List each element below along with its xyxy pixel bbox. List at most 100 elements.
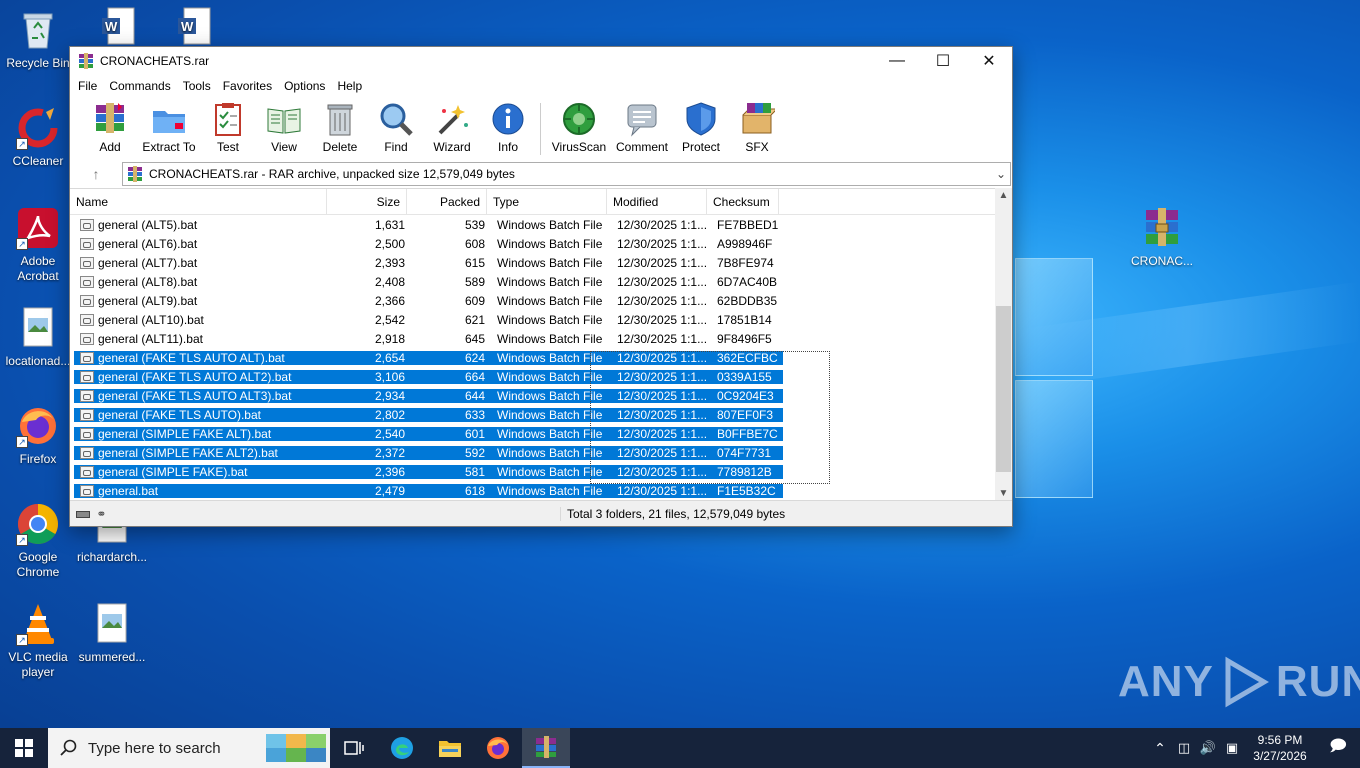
show-hidden-icons-chevron-icon[interactable]: ⌃ [1148,740,1172,757]
desktop-icon-firefox[interactable]: ↗ Firefox [0,404,76,467]
close-button[interactable]: ✕ [966,47,1012,75]
desktop-icon-recycle-bin[interactable]: Recycle Bin [0,8,76,71]
file-checksum-cell: 62BDDB35 [711,294,783,308]
menu-commands[interactable]: Commands [103,79,176,93]
scrollbar-thumb[interactable] [996,306,1011,472]
file-packed-cell: 615 [411,256,491,270]
file-type-cell: Windows Batch File [491,426,611,441]
desktop-icon-google-chrome[interactable]: ↗ Google Chrome [0,502,76,580]
comment-button[interactable]: Comment [611,101,673,154]
scroll-up-arrow-icon[interactable]: ▲ [995,190,1012,201]
taskbar-edge[interactable] [378,728,426,768]
file-modified-cell: 12/30/2025 1:1... [611,483,711,498]
virusscan-button[interactable]: VirusScan [547,101,611,154]
file-name-cell: general (ALT10).bat [74,313,331,327]
info-button[interactable]: Info [480,101,536,154]
menu-tools[interactable]: Tools [177,79,217,93]
minimize-button[interactable]: — [874,47,920,75]
table-row[interactable]: general (FAKE TLS AUTO).bat 2,802 633 Windo… [74,405,1012,424]
column-header-packed[interactable]: Packed [407,189,487,215]
desktop-icon-vlc[interactable]: ↗ VLC media player [0,602,76,680]
menu-options[interactable]: Options [278,79,331,93]
vertical-scrollbar[interactable]: ▲ ▼ [995,188,1012,501]
table-row[interactable]: general (ALT11).bat 2,918 645 Windows Batch… [74,329,1012,348]
table-row[interactable]: general (ALT9).bat 2,366 609 Windows Batch … [74,291,1012,310]
winrar-window[interactable]: CRONACHEATS.rar — ☐ ✕ File Commands Tool… [69,46,1013,527]
taskbar-clock[interactable]: 9:56 PM 3/27/2026 [1244,732,1316,764]
file-checksum-cell-text: 6D7AC40B [717,274,778,289]
network-icon[interactable]: ▣ [1220,740,1244,756]
taskbar-firefox[interactable] [474,728,522,768]
word-document-icon: W [96,6,140,50]
wizard-button[interactable]: Wizard [424,101,480,154]
file-size-cell-text: 3,106 [374,369,405,384]
archive-path-combobox[interactable]: CRONACHEATS.rar - RAR archive, unpacked … [122,162,1011,186]
maximize-button[interactable]: ☐ [920,47,966,75]
table-row[interactable]: general (ALT5).bat 1,631 539 Windows Batch … [74,215,1012,234]
volume-icon[interactable]: 🔊 [1196,740,1220,756]
test-button[interactable]: Test [200,101,256,154]
file-checksum-cell-text: 0C9204E3 [717,388,774,403]
column-header-checksum[interactable]: Checksum [707,189,779,215]
delete-button[interactable]: Delete [312,101,368,154]
file-type-cell-text: Windows Batch File [497,236,603,251]
sfx-button[interactable]: SFX [729,101,785,154]
scroll-down-arrow-icon[interactable]: ▼ [995,488,1012,499]
meet-now-icon[interactable]: ◫ [1172,740,1196,756]
desktop-icon-cronacheats-rar[interactable]: CRONAC... [1124,206,1200,269]
extract-to-label: Extract To [142,140,196,154]
taskbar-winrar[interactable] [522,728,570,768]
file-name-cell-text: general (ALT9).bat [98,293,198,308]
file-modified-cell: 12/30/2025 1:1... [611,313,711,327]
file-modified-cell: 12/30/2025 1:1... [611,464,711,479]
file-size-cell: 3,106 [331,369,411,384]
protect-button[interactable]: Protect [673,101,729,154]
file-size-cell: 2,500 [331,237,411,251]
find-button[interactable]: Find [368,101,424,154]
shortcut-arrow-icon: ↗ [16,534,28,546]
table-row[interactable]: general (SIMPLE FAKE).bat 2,396 581 Windows… [74,462,1012,481]
table-row[interactable]: general (SIMPLE FAKE ALT).bat 2,540 601 Win… [74,424,1012,443]
chevron-down-icon[interactable]: ⌄ [992,167,1010,181]
task-view-button[interactable] [330,728,378,768]
desktop-icon-adobe-acrobat[interactable]: ↗ Adobe Acrobat [0,206,76,284]
table-row[interactable]: general (ALT8).bat 2,408 589 Windows Batch … [74,272,1012,291]
menu-help[interactable]: Help [331,79,368,93]
taskbar-file-explorer[interactable] [426,728,474,768]
search-icon [60,739,77,756]
table-row[interactable]: general (SIMPLE FAKE ALT2).bat 2,372 592 Wi… [74,443,1012,462]
table-row[interactable]: general.bat 2,479 618 Windows Batch File 12/… [74,481,1012,500]
table-row[interactable]: general (ALT7).bat 2,393 615 Windows Batch … [74,253,1012,272]
file-checksum-cell-text: 362ECFBC [717,350,778,365]
desktop-icon-locationad[interactable]: locationad... [0,306,76,369]
taskbar-search-box[interactable]: Type here to search [48,728,330,768]
table-row[interactable]: general (FAKE TLS AUTO ALT).bat 2,654 624 W… [74,348,1012,367]
title-bar[interactable]: CRONACHEATS.rar — ☐ ✕ [70,47,1012,75]
file-size-cell: 2,918 [331,332,411,346]
column-header-type[interactable]: Type [487,189,607,215]
extract-to-button[interactable]: Extract To [138,101,200,154]
status-bar: ⚭ Total 3 folders, 21 files, 12,579,049 … [70,500,1012,526]
table-row[interactable]: general (FAKE TLS AUTO ALT3).bat 2,934 644… [74,386,1012,405]
view-button[interactable]: View [256,101,312,154]
table-row[interactable]: general (FAKE TLS AUTO ALT2).bat 3,106 664… [74,367,1012,386]
table-row[interactable]: general (ALT6).bat 2,500 608 Windows Batch … [74,234,1012,253]
file-size-cell: 2,802 [331,407,411,422]
column-header-modified[interactable]: Modified [607,189,707,215]
desktop-icon-ccleaner[interactable]: ↗ CCleaner [0,106,76,169]
menu-file[interactable]: File [72,79,103,93]
file-modified-cell-text: 12/30/2025 1:1... [617,293,708,308]
column-header-name[interactable]: Name [70,189,327,215]
start-button[interactable] [0,728,48,768]
file-list[interactable]: Name Size Packed Type Modified Checksum … [70,188,1012,501]
file-size-cell: 2,396 [331,464,411,479]
file-name-cell: general (FAKE TLS AUTO ALT2).bat [74,369,331,384]
column-header-size[interactable]: Size [327,189,407,215]
add-button[interactable]: Add [82,101,138,154]
up-one-level-button[interactable]: ↑ [70,166,122,182]
file-packed-cell: 645 [411,332,491,346]
menu-favorites[interactable]: Favorites [217,79,278,93]
notifications-icon[interactable]: 🗩 [1316,735,1360,762]
table-row[interactable]: general (ALT10).bat 2,542 621 Windows Batch… [74,310,1012,329]
desktop-icon-summered[interactable]: summered... [74,602,150,665]
